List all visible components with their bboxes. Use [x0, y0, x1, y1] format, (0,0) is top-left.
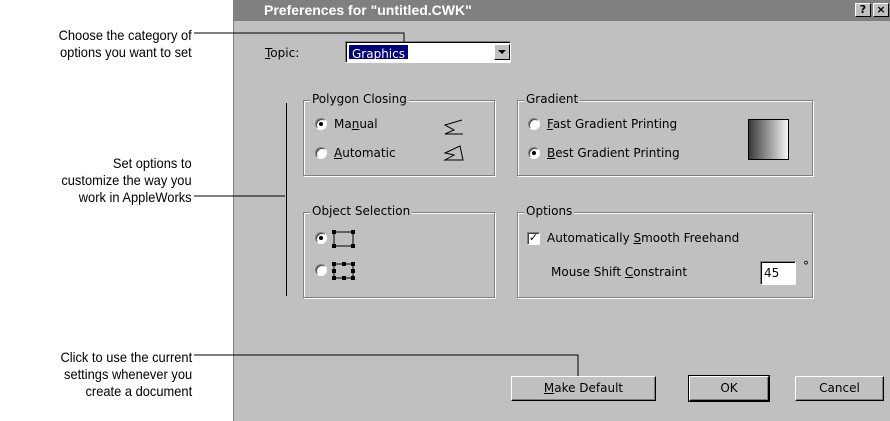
- smooth-freehand-checkbox[interactable]: ✓: [527, 232, 540, 245]
- topic-dropdown-button[interactable]: [494, 44, 510, 60]
- smooth-pre: Automatically: [547, 231, 634, 245]
- make-default-key: M: [543, 381, 555, 395]
- dialog-titlebar: Preferences for "untitled.CWK" ? ×: [234, 0, 890, 21]
- polygon-manual-pre: Ma: [334, 117, 352, 131]
- smooth-post: mooth Freehand: [641, 231, 740, 245]
- shift-constraint-label: Mouse Shift Constraint: [551, 265, 687, 279]
- close-button[interactable]: ×: [873, 3, 889, 17]
- polygon-open-icon: [443, 119, 463, 135]
- polygon-automatic-key: A: [334, 146, 343, 160]
- options-group-title: Options: [524, 204, 575, 218]
- polygon-closed-icon: [443, 145, 464, 161]
- smooth-freehand-label[interactable]: Automatically Smooth Freehand: [547, 231, 739, 245]
- callout-default-line2: settings whenever you: [63, 366, 192, 382]
- shift-constraint-value: 45: [764, 266, 780, 280]
- topic-select-value: Graphics: [348, 44, 409, 61]
- selection-all-radio[interactable]: [315, 264, 327, 276]
- make-default-rest: ake Default: [554, 381, 624, 395]
- callout-options-line2: customize the way you: [61, 172, 192, 188]
- degree-symbol: °: [803, 259, 809, 273]
- best-gradient-post: est Gradient Printing: [555, 146, 680, 160]
- topic-select[interactable]: Graphics: [345, 41, 511, 63]
- polygon-automatic-label[interactable]: Automatic: [334, 146, 396, 160]
- gradient-swatch-icon: [748, 119, 789, 160]
- ok-label: OK: [720, 381, 738, 395]
- object-selection-title: Object Selection: [310, 204, 413, 218]
- callout-default-line3: create a document: [85, 383, 192, 399]
- ok-button[interactable]: OK: [688, 375, 770, 402]
- topic-label: Topic:: [265, 46, 299, 60]
- shift-pre: Mouse Shift: [551, 265, 625, 279]
- callout-options: Set options to customize the way you wor…: [62, 155, 192, 206]
- polygon-closing-title: Polygon Closing: [310, 92, 409, 106]
- shift-post: onstraint: [633, 265, 688, 279]
- fast-gradient-radio[interactable]: [528, 118, 540, 130]
- dropdown-arrow-icon: [498, 50, 506, 54]
- polygon-manual-label[interactable]: Manual: [334, 117, 378, 131]
- object-selection-group: Object Selection: [303, 204, 495, 298]
- make-default-button[interactable]: Make Default: [511, 376, 656, 401]
- preferences-dialog: Preferences for "untitled.CWK" ? × Topic…: [233, 0, 890, 421]
- polygon-automatic-radio[interactable]: [315, 147, 327, 159]
- shift-constraint-input[interactable]: 45: [760, 261, 796, 285]
- options-group: Options: [517, 204, 813, 298]
- dialog-title: Preferences for "untitled.CWK": [264, 2, 472, 18]
- callout-options-line3: work in AppleWorks: [79, 189, 192, 205]
- help-button[interactable]: ?: [855, 3, 871, 17]
- gradient-title: Gradient: [524, 92, 581, 106]
- polygon-automatic-post: utomatic: [342, 146, 396, 160]
- shift-key: C: [624, 265, 634, 279]
- callout-category-line2: options you want to set: [60, 44, 192, 60]
- callout-make-default: Click to use the current settings whenev…: [60, 349, 192, 400]
- polygon-manual-radio[interactable]: [315, 118, 327, 130]
- smooth-key: S: [633, 231, 642, 245]
- selection-corner-handles-icon: [332, 230, 355, 248]
- callout-category-line1: Choose the category of: [58, 27, 192, 43]
- selection-corner-radio[interactable]: [315, 232, 327, 244]
- callout-options-line1: Set options to: [113, 155, 192, 171]
- polygon-manual-post: ual: [359, 117, 378, 131]
- callout-category: Choose the category of options you want …: [59, 27, 192, 61]
- cancel-label: Cancel: [819, 381, 860, 395]
- polygon-closing-group: Polygon Closing: [303, 92, 495, 176]
- topic-selected-text: Graphics: [352, 47, 405, 61]
- selection-all-handles-icon: [332, 262, 355, 280]
- best-gradient-radio[interactable]: [528, 147, 540, 159]
- options-area-bracket: [286, 103, 287, 296]
- best-gradient-label[interactable]: Best Gradient Printing: [547, 146, 680, 160]
- callout-default-line1: Click to use the current: [60, 349, 192, 365]
- topic-label-rest: opic:: [270, 46, 300, 60]
- cancel-button[interactable]: Cancel: [795, 376, 884, 401]
- fast-gradient-post: ast Gradient Printing: [552, 117, 678, 131]
- best-gradient-key: B: [547, 146, 556, 160]
- fast-gradient-label[interactable]: Fast Gradient Printing: [547, 117, 677, 131]
